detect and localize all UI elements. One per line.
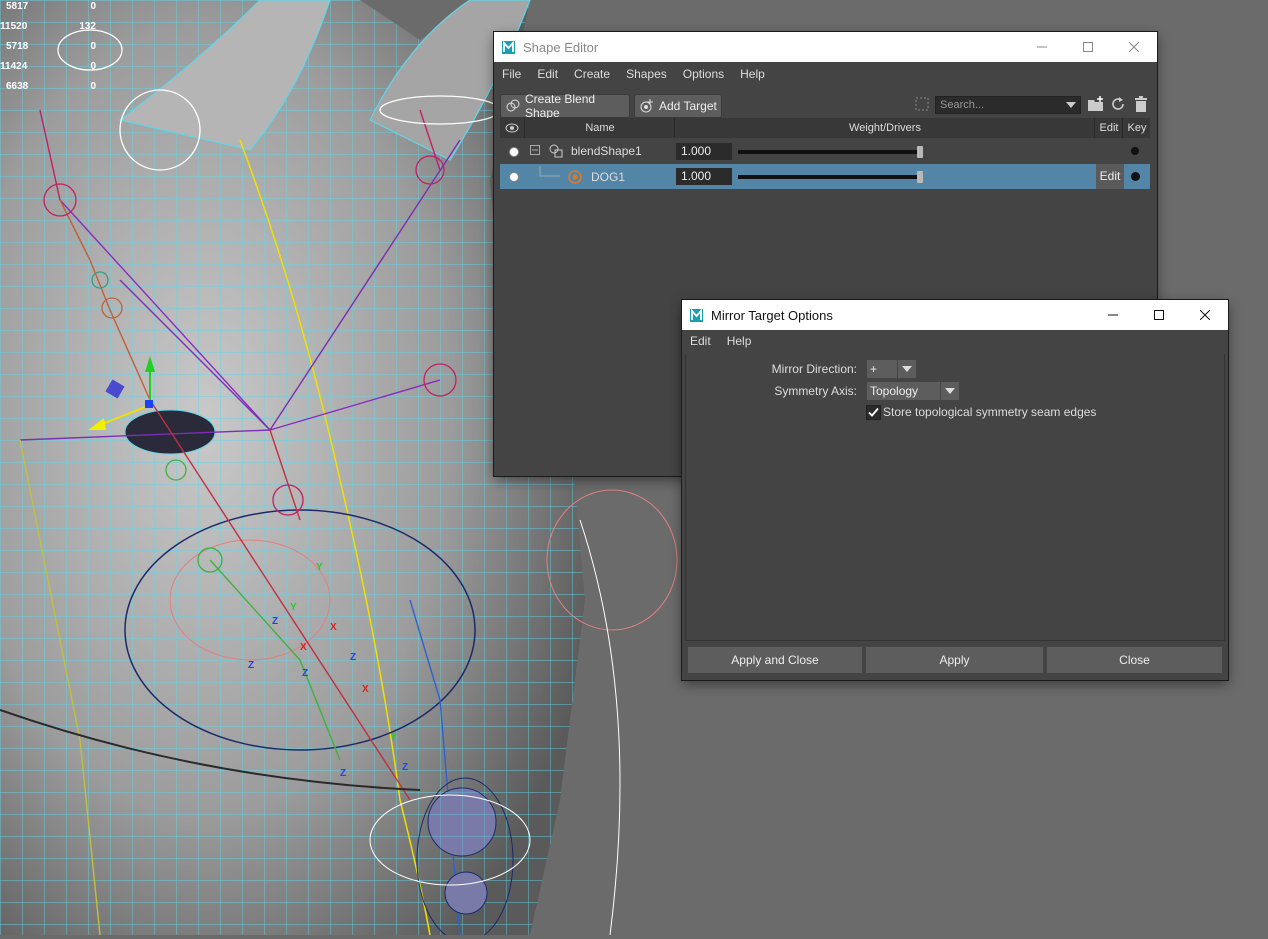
key-button[interactable]: [1131, 172, 1140, 181]
new-folder-icon[interactable]: [1087, 95, 1105, 113]
table-row[interactable]: blendShape1 1.000: [500, 139, 1150, 164]
maya-logo-icon: [690, 308, 703, 322]
axis-label: Z: [302, 668, 308, 679]
slider-handle[interactable]: [917, 171, 923, 183]
edit-button[interactable]: Edit: [1096, 164, 1124, 189]
close-button[interactable]: [1111, 32, 1157, 62]
axis-label: Y: [390, 732, 397, 743]
menu-file[interactable]: File: [494, 67, 529, 81]
symmetry-axis-value: Topology: [870, 384, 919, 398]
hud-value: 5817: [6, 1, 29, 12]
axis-label: Z: [272, 616, 278, 627]
window-title: Shape Editor: [523, 39, 599, 55]
menu-options[interactable]: Options: [675, 67, 732, 81]
weight-field[interactable]: 1.000: [676, 168, 732, 185]
store-seam-checkbox[interactable]: [866, 405, 881, 420]
menu-help[interactable]: Help: [719, 334, 760, 348]
store-seam-label: Store topological symmetry seam edges: [883, 405, 1097, 419]
hud-value: 132: [79, 21, 96, 32]
axis-label: Z: [248, 660, 254, 671]
key-column-header[interactable]: Key: [1122, 118, 1151, 138]
menu-edit[interactable]: Edit: [682, 334, 719, 348]
checkmark-icon: [868, 407, 879, 417]
symmetry-axis-dropdown[interactable]: Topology: [867, 382, 959, 400]
search-dropdown-icon[interactable]: [1066, 102, 1076, 108]
hud-value: 6638: [6, 81, 29, 92]
add-target-label: Add Target: [659, 99, 717, 113]
maximize-button[interactable]: [1136, 300, 1182, 330]
symmetry-axis-label: Symmetry Axis:: [774, 384, 857, 398]
collapse-icon[interactable]: [530, 145, 541, 156]
hud-value: 11424: [0, 61, 28, 72]
close-button[interactable]: [1182, 300, 1228, 330]
search-placeholder: Search...: [940, 99, 985, 111]
hud-value: 0: [90, 61, 96, 72]
weight-slider[interactable]: [738, 146, 923, 158]
axis-label: Z: [340, 768, 346, 779]
shape-editor-titlebar[interactable]: Shape Editor: [494, 32, 1157, 62]
hud-value: 0: [90, 1, 96, 12]
table-row-selected[interactable]: DOG1 1.000 Edit: [500, 164, 1150, 189]
tree-connector: [538, 166, 562, 180]
hud-value: 0: [90, 81, 96, 92]
mirror-titlebar[interactable]: Mirror Target Options: [682, 300, 1228, 330]
close-dialog-button[interactable]: Close: [1047, 647, 1222, 673]
blend-shape-node-icon: [548, 143, 564, 159]
hud-value: 0: [90, 41, 96, 52]
name-column-header[interactable]: Name: [524, 118, 675, 138]
axis-label: Z: [402, 762, 408, 773]
menu-create[interactable]: Create: [566, 67, 618, 81]
row-name: blendShape1: [571, 144, 642, 158]
slider-handle[interactable]: [917, 146, 923, 158]
menu-help[interactable]: Help: [732, 67, 773, 81]
hud-value: 5718: [6, 41, 29, 52]
shape-editor-menubar: File Edit Create Shapes Options Help: [494, 62, 1157, 86]
minimize-button[interactable]: [1019, 32, 1065, 62]
add-target-icon: [639, 98, 655, 114]
mirror-direction-dropdown[interactable]: +: [867, 360, 916, 378]
row-name: DOG1: [591, 170, 626, 184]
chevron-down-icon: [940, 382, 959, 400]
menu-edit[interactable]: Edit: [529, 67, 566, 81]
maya-logo-icon: [502, 40, 515, 54]
target-icon: [568, 170, 582, 184]
search-input[interactable]: Search...: [935, 96, 1081, 114]
axis-label: Y: [290, 602, 297, 613]
frame-icon[interactable]: [914, 96, 930, 112]
mirror-menubar: Edit Help: [682, 330, 1228, 352]
hud-value: 11520: [0, 21, 28, 32]
table-header: Name Weight/Drivers Edit Key: [500, 118, 1150, 138]
apply-button[interactable]: Apply: [866, 647, 1043, 673]
blend-shape-icon: [505, 98, 521, 114]
visibility-toggle[interactable]: [509, 147, 519, 157]
mirror-direction-value: +: [870, 362, 878, 376]
mirror-target-options-window: Mirror Target Options Edit Help Mirror D…: [682, 300, 1228, 680]
window-title: Mirror Target Options: [711, 307, 833, 323]
create-blend-shape-label: Create Blend Shape: [525, 92, 596, 120]
axis-label: X: [300, 642, 307, 653]
axis-label: Y: [316, 562, 323, 573]
add-target-button[interactable]: Add Target: [634, 94, 722, 118]
delete-icon[interactable]: [1132, 95, 1150, 113]
weight-column-header[interactable]: Weight/Drivers: [674, 118, 1095, 138]
apply-and-close-button[interactable]: Apply and Close: [688, 647, 862, 673]
weight-slider[interactable]: [738, 171, 923, 183]
menu-shapes[interactable]: Shapes: [618, 67, 675, 81]
minimize-button[interactable]: [1090, 300, 1136, 330]
axis-label: X: [330, 622, 337, 633]
mirror-direction-label: Mirror Direction:: [771, 362, 857, 376]
refresh-icon[interactable]: [1109, 95, 1127, 113]
key-button[interactable]: [1131, 147, 1139, 155]
edit-column-header[interactable]: Edit: [1094, 118, 1123, 138]
visibility-column-header: [500, 118, 524, 138]
weight-field[interactable]: 1.000: [676, 143, 732, 160]
chevron-down-icon: [897, 360, 916, 378]
maximize-button[interactable]: [1065, 32, 1111, 62]
axis-label: X: [362, 684, 369, 695]
visibility-toggle[interactable]: [509, 172, 519, 182]
create-blend-shape-button[interactable]: Create Blend Shape: [500, 92, 630, 120]
axis-label: Z: [350, 652, 356, 663]
